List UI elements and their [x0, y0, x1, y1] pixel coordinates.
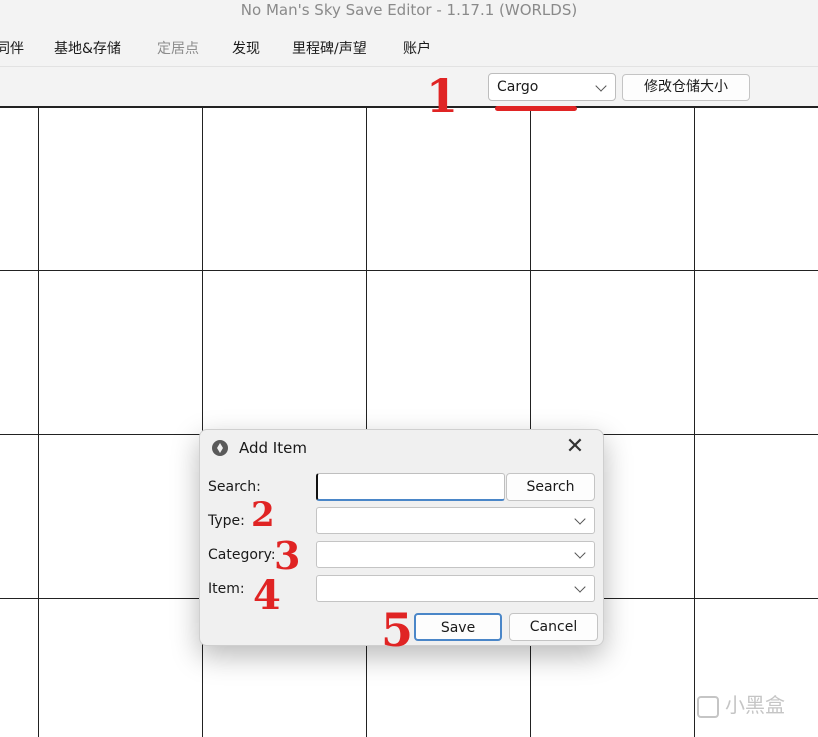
- storage-toolbar: Cargo 修改仓储大小: [0, 66, 818, 106]
- close-icon[interactable]: ✕: [563, 436, 587, 460]
- annotation-4: 4: [253, 572, 281, 619]
- item-select[interactable]: [316, 575, 595, 602]
- annotation-underline: [495, 106, 577, 111]
- resize-storage-button[interactable]: 修改仓储大小: [622, 74, 750, 101]
- search-label: Search:: [208, 479, 261, 495]
- grid-line: [38, 108, 39, 737]
- grid-line: [694, 108, 695, 737]
- category-label: Category:: [208, 547, 276, 563]
- menu-account[interactable]: 账户: [403, 38, 431, 58]
- search-input[interactable]: [316, 473, 505, 501]
- annotation-3: 3: [274, 533, 301, 578]
- type-label: Type:: [208, 513, 245, 529]
- menu-bases-storage[interactable]: 基地&存储: [54, 38, 121, 58]
- cancel-button[interactable]: Cancel: [509, 613, 598, 641]
- search-button[interactable]: Search: [506, 473, 595, 501]
- window-title: No Man's Sky Save Editor - 1.17.1 (WORLD…: [240, 1, 578, 19]
- chevron-down-icon: [595, 80, 607, 92]
- watermark: 小黑盒: [697, 689, 785, 718]
- item-label: Item:: [208, 581, 245, 597]
- chevron-down-icon: [574, 547, 586, 559]
- watermark-text: 小黑盒: [725, 693, 785, 717]
- type-select[interactable]: [316, 507, 595, 534]
- inventory-select[interactable]: Cargo: [488, 73, 616, 101]
- menu-milestones[interactable]: 里程碑/声望: [292, 38, 367, 58]
- annotation-1: 1: [426, 69, 459, 123]
- app-icon: [212, 440, 228, 456]
- menu-bar: 同伴 基地&存储 定居点 发现 里程碑/声望 账户: [0, 28, 818, 66]
- watermark-logo-icon: [697, 695, 719, 718]
- save-button[interactable]: Save: [414, 613, 502, 641]
- chevron-down-icon: [574, 513, 586, 525]
- menu-discoveries[interactable]: 发现: [232, 38, 260, 58]
- dialog-title: Add Item: [239, 439, 307, 457]
- annotation-2: 2: [251, 495, 275, 535]
- grid-line: [0, 270, 818, 271]
- chevron-down-icon: [574, 581, 586, 593]
- menu-companions[interactable]: 同伴: [0, 38, 24, 58]
- title-bar: No Man's Sky Save Editor - 1.17.1 (WORLD…: [0, 0, 818, 28]
- category-select[interactable]: [316, 541, 595, 568]
- menu-settlements[interactable]: 定居点: [157, 38, 199, 58]
- annotation-5: 5: [381, 603, 414, 657]
- inventory-select-value: Cargo: [497, 79, 539, 95]
